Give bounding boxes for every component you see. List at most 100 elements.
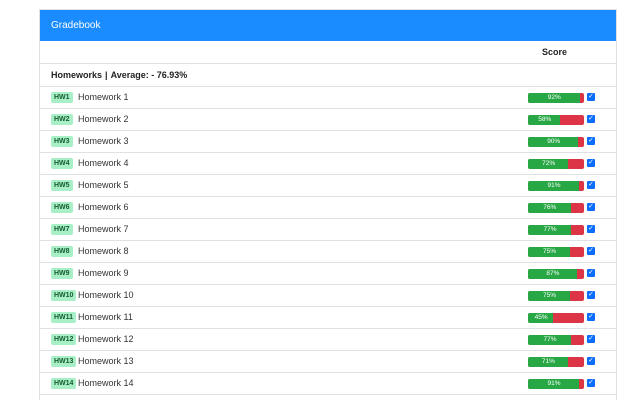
table-row: HW4 Homework 4 72% ✓ <box>40 153 616 175</box>
assignment-name: Homework 5 <box>78 180 129 190</box>
assignment-name: Homework 14 <box>78 378 134 388</box>
score-percent-label: 91% <box>547 380 561 387</box>
table-row: HW6 Homework 6 76% ✓ <box>40 197 616 219</box>
include-checkbox[interactable]: ✓ <box>587 159 595 167</box>
assignment-badge: HW6 <box>51 202 73 213</box>
assignment-name: Homework 3 <box>78 136 129 146</box>
assignment-name: Homework 10 <box>78 290 134 300</box>
check-icon: ✓ <box>588 269 594 276</box>
score-progress-bar: 72% <box>528 159 584 169</box>
score-column-label: Score <box>542 47 568 57</box>
include-checkbox[interactable]: ✓ <box>587 137 595 145</box>
assignment-badge: HW7 <box>51 224 73 235</box>
include-checkbox[interactable]: ✓ <box>587 269 595 277</box>
assignment-name: Homework 9 <box>78 268 129 278</box>
score-percent-label: 75% <box>543 248 557 255</box>
check-icon: ✓ <box>588 137 594 144</box>
table-row: HW13 Homework 13 71% ✓ <box>40 351 616 373</box>
table-row: HW14 Homework 14 91% ✓ <box>40 373 616 395</box>
score-progress-bar: 91% <box>528 181 584 191</box>
score-percent-label: 71% <box>541 358 555 365</box>
include-checkbox[interactable]: ✓ <box>587 247 595 255</box>
assignment-badge: HW13 <box>51 356 77 367</box>
include-checkbox[interactable]: ✓ <box>587 379 595 387</box>
assignment-badge: HW3 <box>51 136 73 147</box>
assignment-badge: HW9 <box>51 268 73 279</box>
section-separator: | <box>105 70 108 80</box>
include-checkbox[interactable]: ✓ <box>587 181 595 189</box>
assignment-badge: HW10 <box>51 290 77 301</box>
score-percent-label: 76% <box>543 204 557 211</box>
table-row: HW8 Homework 8 75% ✓ <box>40 241 616 263</box>
score-percent-label: 77% <box>543 226 557 233</box>
check-icon: ✓ <box>588 225 594 232</box>
score-progress-bar: 92% <box>528 93 584 103</box>
check-icon: ✓ <box>588 247 594 254</box>
check-icon: ✓ <box>588 291 594 298</box>
score-progress-bar: 77% <box>528 225 584 235</box>
include-checkbox[interactable]: ✓ <box>587 115 595 123</box>
include-checkbox[interactable]: ✓ <box>587 313 595 321</box>
score-percent-label: 91% <box>547 182 561 189</box>
score-progress-bar: 91% <box>528 379 584 389</box>
check-icon: ✓ <box>588 93 594 100</box>
section-title: Homeworks | Average: - 76.93% <box>51 70 187 80</box>
table-row: HW1 Homework 1 92% ✓ <box>40 87 616 109</box>
assignment-name: Homework 1 <box>78 92 129 102</box>
table-row: HW10 Homework 10 75% ✓ <box>40 285 616 307</box>
score-percent-label: 58% <box>538 116 552 123</box>
score-percent-label: 92% <box>547 94 561 101</box>
table-row: HW2 Homework 2 58% ✓ <box>40 109 616 131</box>
include-checkbox[interactable]: ✓ <box>587 203 595 211</box>
assignment-name: Homework 2 <box>78 114 129 124</box>
table-row: HW9 Homework 9 87% ✓ <box>40 263 616 285</box>
table-row: HW12 Homework 12 77% ✓ <box>40 329 616 351</box>
include-checkbox[interactable]: ✓ <box>587 335 595 343</box>
score-percent-label: 45% <box>534 314 548 321</box>
table-row: HW3 Homework 3 90% ✓ <box>40 131 616 153</box>
check-icon: ✓ <box>588 313 594 320</box>
score-progress-bar: 75% <box>528 247 584 257</box>
check-icon: ✓ <box>588 115 594 122</box>
score-progress-bar: 45% <box>528 313 584 323</box>
section-average: Average: - 76.93% <box>110 70 188 80</box>
assignment-name: Homework 13 <box>78 356 134 366</box>
include-checkbox[interactable]: ✓ <box>587 225 595 233</box>
assignment-badge: HW8 <box>51 246 73 257</box>
gradebook-title: Gradebook <box>51 20 101 31</box>
score-percent-label: 87% <box>546 270 560 277</box>
score-percent-label: 72% <box>542 160 556 167</box>
score-progress-bar: 90% <box>528 137 584 147</box>
section-header: Homeworks | Average: - 76.93% <box>40 64 616 87</box>
score-progress-bar: 76% <box>528 203 584 213</box>
assignment-name: Homework 6 <box>78 202 129 212</box>
check-icon: ✓ <box>588 357 594 364</box>
assignment-badge: HW12 <box>51 334 77 345</box>
score-percent-label: 75% <box>543 292 557 299</box>
score-progress-bar: 71% <box>528 357 584 367</box>
check-icon: ✓ <box>588 379 594 386</box>
score-progress-bar: 75% <box>528 291 584 301</box>
table-row: HW5 Homework 5 91% ✓ <box>40 175 616 197</box>
check-icon: ✓ <box>588 203 594 210</box>
assignment-name: Homework 11 <box>78 312 133 322</box>
gradebook-card: Gradebook Score Homeworks | Average: - 76.… <box>39 9 617 400</box>
include-checkbox[interactable]: ✓ <box>587 93 595 101</box>
assignment-badge: HW2 <box>51 114 73 125</box>
assignment-badge: HW4 <box>51 158 73 169</box>
assignment-name: Homework 4 <box>78 158 129 168</box>
include-checkbox[interactable]: ✓ <box>587 291 595 299</box>
check-icon: ✓ <box>588 159 594 166</box>
homework-list: HW1 Homework 1 92% ✓ HW2 Homework 2 58% ✓ HW3 Hom… <box>40 87 616 395</box>
card-header: Gradebook <box>40 10 616 41</box>
score-progress-bar: 77% <box>528 335 584 345</box>
table-row: HW11 Homework 11 45% ✓ <box>40 307 616 329</box>
assignment-name: Homework 7 <box>78 224 129 234</box>
table-column-header: Score <box>40 41 616 64</box>
assignment-badge: HW5 <box>51 180 73 191</box>
assignment-badge: HW11 <box>51 312 77 323</box>
include-checkbox[interactable]: ✓ <box>587 357 595 365</box>
assignment-badge: HW1 <box>51 92 73 103</box>
check-icon: ✓ <box>588 335 594 342</box>
score-percent-label: 77% <box>543 336 557 343</box>
